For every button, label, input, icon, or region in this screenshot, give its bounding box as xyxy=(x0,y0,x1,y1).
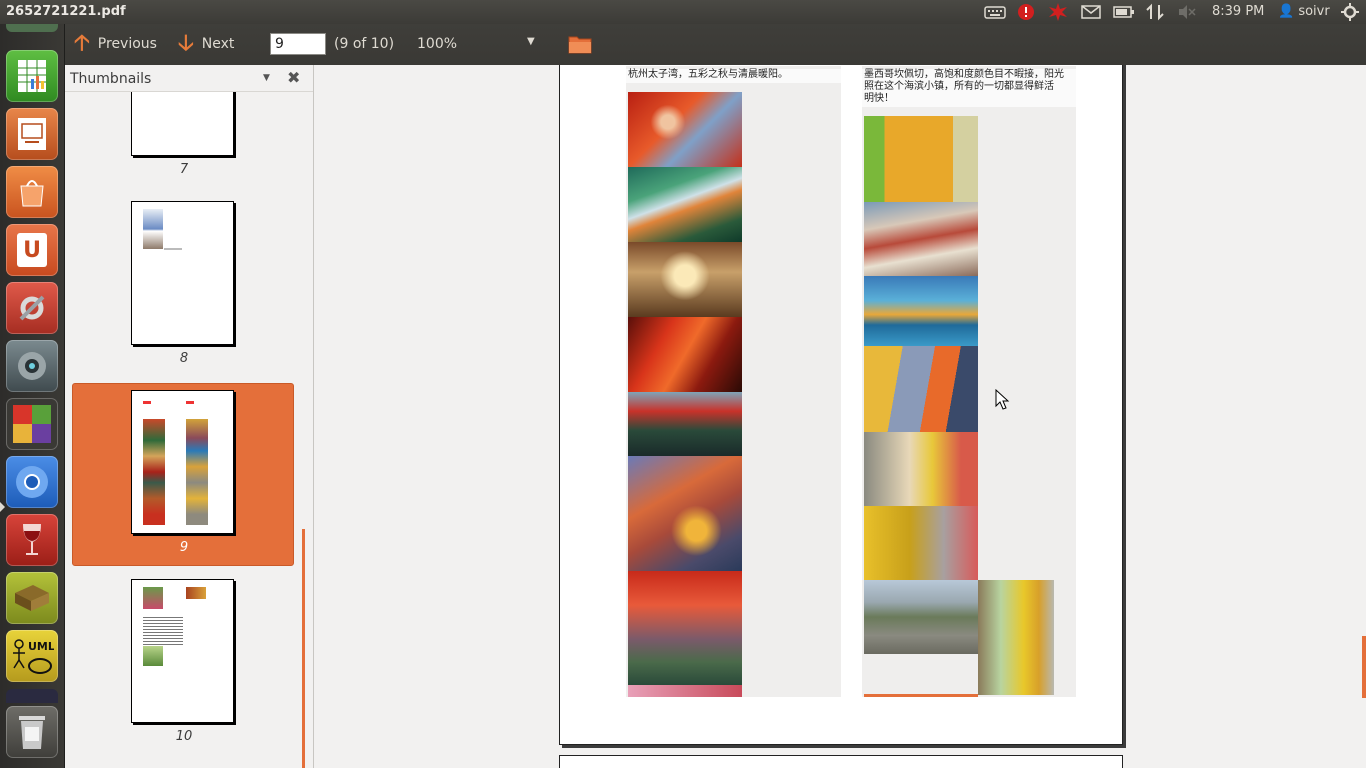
document-view: 杭州太子湾，五彩之秋与清晨暖阳。 墨西哥坎佩切，高饱和度颜色目不暇接，阳光 照在… xyxy=(314,65,1366,768)
thumbnail-image xyxy=(186,587,206,599)
page-count: (9 of 10) xyxy=(334,36,395,52)
folder-icon xyxy=(568,36,592,54)
photo-street-people xyxy=(864,432,978,506)
photo-sunlit-branches xyxy=(628,242,742,317)
window-title: 2652721221.pdf xyxy=(6,4,126,19)
uml-tool-icon[interactable]: UML xyxy=(6,630,58,682)
thumbnail-text xyxy=(143,401,151,404)
clock[interactable]: 8:39 PM xyxy=(1212,4,1264,19)
thumbnail-label: 9 xyxy=(179,540,189,555)
user-icon: 👤 xyxy=(1278,4,1295,19)
volume-muted-icon[interactable] xyxy=(1177,3,1197,21)
thumbnail-label: 7 xyxy=(179,162,189,177)
thumbnail-page-7[interactable] xyxy=(131,92,234,156)
right-caption-line: 墨西哥坎佩切，高饱和度颜色目不暇接，阳光 xyxy=(864,69,1064,80)
software-center-icon[interactable] xyxy=(6,166,58,218)
page-number-input[interactable] xyxy=(270,33,326,55)
thumbnail-page-9[interactable] xyxy=(131,390,234,534)
user-name: soivr xyxy=(1298,4,1330,19)
zoom-dropdown-icon[interactable]: ▼ xyxy=(527,36,535,47)
mouse-cursor-icon xyxy=(995,389,1010,410)
thumbnail-label: 8 xyxy=(179,351,189,366)
libreoffice-calc-icon[interactable] xyxy=(6,50,58,102)
photo-green-canopy xyxy=(628,167,742,242)
thumbnail-image xyxy=(143,419,165,525)
thumbnail-text xyxy=(143,617,183,647)
thumbnail-image xyxy=(143,646,163,666)
top-panel: 2652721221.pdf 8:39 PM 👤 soivr xyxy=(0,0,1366,24)
thumbnail-page-8[interactable] xyxy=(131,201,234,345)
libreoffice-impress-icon[interactable] xyxy=(6,108,58,160)
right-caption-line: 照在这个海滨小镇，所有的一切都显得鲜活 xyxy=(864,81,1054,92)
up-arrow-icon: 🡡 xyxy=(74,31,90,56)
photo-golden-leaves xyxy=(628,456,742,571)
book-reader-icon[interactable] xyxy=(6,572,58,624)
launcher-item-partial[interactable] xyxy=(6,24,58,32)
keyboard-icon[interactable] xyxy=(983,3,1007,21)
gear-icon[interactable] xyxy=(1340,3,1360,21)
mail-icon[interactable] xyxy=(1080,3,1102,21)
photo-autumn-leaves xyxy=(628,92,742,167)
user-menu[interactable]: 👤 soivr xyxy=(1278,4,1330,19)
ubuntu-one-icon[interactable]: U xyxy=(6,224,58,276)
sidebar: Thumbnails ▼ ✖ 7 8 9 10 xyxy=(65,65,314,768)
right-caption-line: 明快！ xyxy=(864,93,894,104)
right-caption: 墨西哥坎佩切，高饱和度颜色目不暇接，阳光 照在这个海滨小镇，所有的一切都显得鲜活… xyxy=(862,69,1076,107)
chromium-icon[interactable] xyxy=(6,456,58,508)
sidebar-scrollbar[interactable] xyxy=(302,529,305,768)
system-settings-icon[interactable] xyxy=(6,282,58,334)
sidebar-dropdown-icon[interactable]: ▼ xyxy=(263,73,270,83)
photo-red-maple xyxy=(628,317,742,392)
network-icon[interactable] xyxy=(1145,3,1165,21)
thumbnail-image xyxy=(186,419,208,525)
pdf-page: 杭州太子湾，五彩之秋与清晨暖阳。 墨西哥坎佩切，高饱和度颜色目不暇接，阳光 照在… xyxy=(559,65,1123,745)
photo-tall-street xyxy=(978,580,1054,695)
launcher: U UML xyxy=(0,24,65,768)
thumbnail-list: 7 8 9 10 xyxy=(65,92,313,768)
photo-partial xyxy=(628,685,742,697)
thumbnail-text xyxy=(186,401,194,404)
launcher-separator xyxy=(6,689,58,703)
thumbnail-text xyxy=(164,248,182,250)
wine-icon[interactable] xyxy=(6,514,58,566)
photo-maple-bokeh xyxy=(628,571,742,685)
thumbnail-image xyxy=(143,587,163,609)
pdf-page-next xyxy=(559,755,1123,768)
webcam-app-icon[interactable] xyxy=(6,340,58,392)
update-alert-icon[interactable] xyxy=(1016,3,1036,21)
close-icon[interactable]: ✖ xyxy=(287,68,300,87)
photo-street-car xyxy=(864,346,978,432)
svg-text:UML: UML xyxy=(28,640,54,653)
down-arrow-icon: 🡣 xyxy=(178,31,194,56)
document-scrollbar[interactable] xyxy=(1362,636,1366,698)
toolbar: 🡡 Previous 🡣 Next (9 of 10) 100% ▼ xyxy=(65,24,1366,65)
photo-yellow-facade xyxy=(864,506,978,580)
thumbnail-image xyxy=(143,209,163,249)
sidebar-header: Thumbnails ▼ ✖ xyxy=(65,65,313,92)
thumbnail-page-10[interactable] xyxy=(131,579,234,723)
thumbnail-label: 10 xyxy=(175,729,193,744)
next-label: Next xyxy=(201,36,235,52)
workspace-switcher-icon[interactable] xyxy=(6,398,58,450)
photo-partial xyxy=(864,694,978,697)
photo-bridge xyxy=(628,392,742,456)
photo-rooftops xyxy=(864,202,978,276)
error-icon[interactable] xyxy=(1048,3,1068,21)
photo-yellow-building xyxy=(864,116,978,202)
photo-colorful-street xyxy=(864,580,978,654)
previous-button[interactable]: 🡡 Previous xyxy=(74,32,157,56)
launcher-active-indicator xyxy=(0,502,5,512)
photo-boat-sea xyxy=(864,276,978,346)
left-caption: 杭州太子湾，五彩之秋与清晨暖阳。 xyxy=(626,69,841,83)
open-folder-button[interactable] xyxy=(568,33,592,55)
battery-icon[interactable] xyxy=(1113,3,1135,21)
zoom-select[interactable]: 100% xyxy=(417,36,457,52)
previous-label: Previous xyxy=(97,36,157,52)
sidebar-title[interactable]: Thumbnails xyxy=(70,71,151,87)
trash-icon[interactable] xyxy=(6,706,58,758)
next-button[interactable]: 🡣 Next xyxy=(178,32,234,56)
